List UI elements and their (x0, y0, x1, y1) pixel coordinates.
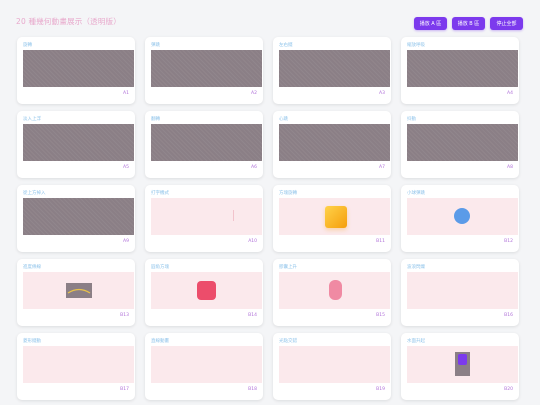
card-label: 進度條線 (23, 265, 41, 270)
animation-card[interactable]: 旋轉 A1 (17, 37, 135, 104)
card-id: A3 (379, 91, 385, 96)
animation-stage (151, 272, 262, 309)
card-id: B19 (376, 387, 385, 392)
animation-stage (279, 124, 390, 161)
animation-card[interactable]: 從上方掉入 A9 (17, 185, 135, 252)
card-label: 方塊旋轉 (279, 191, 297, 196)
card-id: B18 (248, 387, 257, 392)
animation-stage (23, 50, 134, 87)
card-id: A4 (507, 91, 513, 96)
animation-stage (407, 50, 518, 87)
card-label: 膠囊上升 (279, 265, 297, 270)
card-label: 翻轉 (151, 117, 160, 122)
card-id: B17 (120, 387, 129, 392)
card-id: A7 (379, 165, 385, 170)
card-label: 菱形擺動 (23, 339, 41, 344)
typing-caret (233, 210, 234, 221)
animation-stage (151, 124, 262, 161)
water-fill (458, 354, 467, 365)
animation-stage (407, 346, 518, 383)
card-id: B14 (248, 313, 257, 318)
animation-stage (23, 124, 134, 161)
card-id: A5 (123, 165, 129, 170)
card-id: A8 (507, 165, 513, 170)
card-id: A9 (123, 239, 129, 244)
animation-card[interactable]: 進度條線 B13 (17, 259, 135, 326)
animation-stage (151, 198, 262, 235)
card-id: B15 (376, 313, 385, 318)
animation-card[interactable]: 打字機式 A10 (145, 185, 263, 252)
animation-card[interactable]: 心跳 A7 (273, 111, 391, 178)
animation-card[interactable]: 膠囊上升 B15 (273, 259, 391, 326)
card-label: 光點交錯 (279, 339, 297, 344)
header: 20 種幾何動畫展示（透明版） 播放 A 區 播放 B 區 停止全部 (16, 14, 524, 32)
card-label: 圓角方塊 (151, 265, 169, 270)
card-id: A6 (251, 165, 257, 170)
animation-card[interactable]: 水面升起 B20 (401, 333, 519, 400)
animation-stage (23, 272, 134, 309)
animation-stage (279, 50, 390, 87)
play-b-button[interactable]: 播放 B 區 (452, 17, 485, 30)
card-id: B13 (120, 313, 129, 318)
animation-card[interactable]: 光點交錯 B19 (273, 333, 391, 400)
card-label: 左右擺 (279, 43, 293, 48)
animation-card[interactable]: 彈跳 A2 (145, 37, 263, 104)
card-id: A2 (251, 91, 257, 96)
card-id: A10 (248, 239, 257, 244)
animation-card[interactable]: 波浪閃爍 B16 (401, 259, 519, 326)
animation-card[interactable]: 淡入上浮 A5 (17, 111, 135, 178)
card-label: 水面升起 (407, 339, 425, 344)
animation-card[interactable]: 左右擺 A3 (273, 37, 391, 104)
card-label: 旋轉 (23, 43, 32, 48)
animation-stage (407, 124, 518, 161)
card-id: A1 (123, 91, 129, 96)
card-label: 小球彈跳 (407, 191, 425, 196)
card-id: B20 (504, 387, 513, 392)
animation-stage (279, 346, 390, 383)
water-container (455, 352, 470, 376)
card-label: 直線動畫 (151, 339, 169, 344)
card-label: 淡入上浮 (23, 117, 41, 122)
square-shape (325, 206, 347, 228)
card-id: B11 (376, 239, 385, 244)
animation-stage (151, 346, 262, 383)
card-label: 抖動 (407, 117, 416, 122)
card-label: 心跳 (279, 117, 288, 122)
ball-shape (454, 208, 470, 224)
play-a-button[interactable]: 播放 A 區 (414, 17, 447, 30)
animation-stage (151, 50, 262, 87)
card-label: 彈跳 (151, 43, 160, 48)
animation-card[interactable]: 菱形擺動 B17 (17, 333, 135, 400)
animation-stage (279, 198, 390, 235)
animation-stage (407, 272, 518, 309)
page-title: 20 種幾何動畫展示（透明版） (16, 17, 121, 26)
stop-all-button[interactable]: 停止全部 (490, 17, 523, 30)
animation-card[interactable]: 小球彈跳 B12 (401, 185, 519, 252)
animation-card[interactable]: 方塊旋轉 B11 (273, 185, 391, 252)
card-label: 從上方掉入 (23, 191, 46, 196)
animation-card[interactable]: 縮放呼吸 A4 (401, 37, 519, 104)
card-label: 打字機式 (151, 191, 169, 196)
wave-line-icon (67, 288, 91, 294)
animation-stage (279, 272, 390, 309)
card-label: 縮放呼吸 (407, 43, 425, 48)
animation-stage (23, 198, 134, 235)
rounded-square-shape (197, 281, 216, 300)
animation-card[interactable]: 抖動 A8 (401, 111, 519, 178)
animation-card[interactable]: 圓角方塊 B14 (145, 259, 263, 326)
animation-card[interactable]: 直線動畫 B18 (145, 333, 263, 400)
card-id: B16 (504, 313, 513, 318)
animation-card[interactable]: 翻轉 A6 (145, 111, 263, 178)
capsule-shape (329, 280, 342, 300)
wave-box (66, 283, 92, 298)
animation-stage (23, 346, 134, 383)
card-label: 波浪閃爍 (407, 265, 425, 270)
card-id: B12 (504, 239, 513, 244)
animation-stage (407, 198, 518, 235)
